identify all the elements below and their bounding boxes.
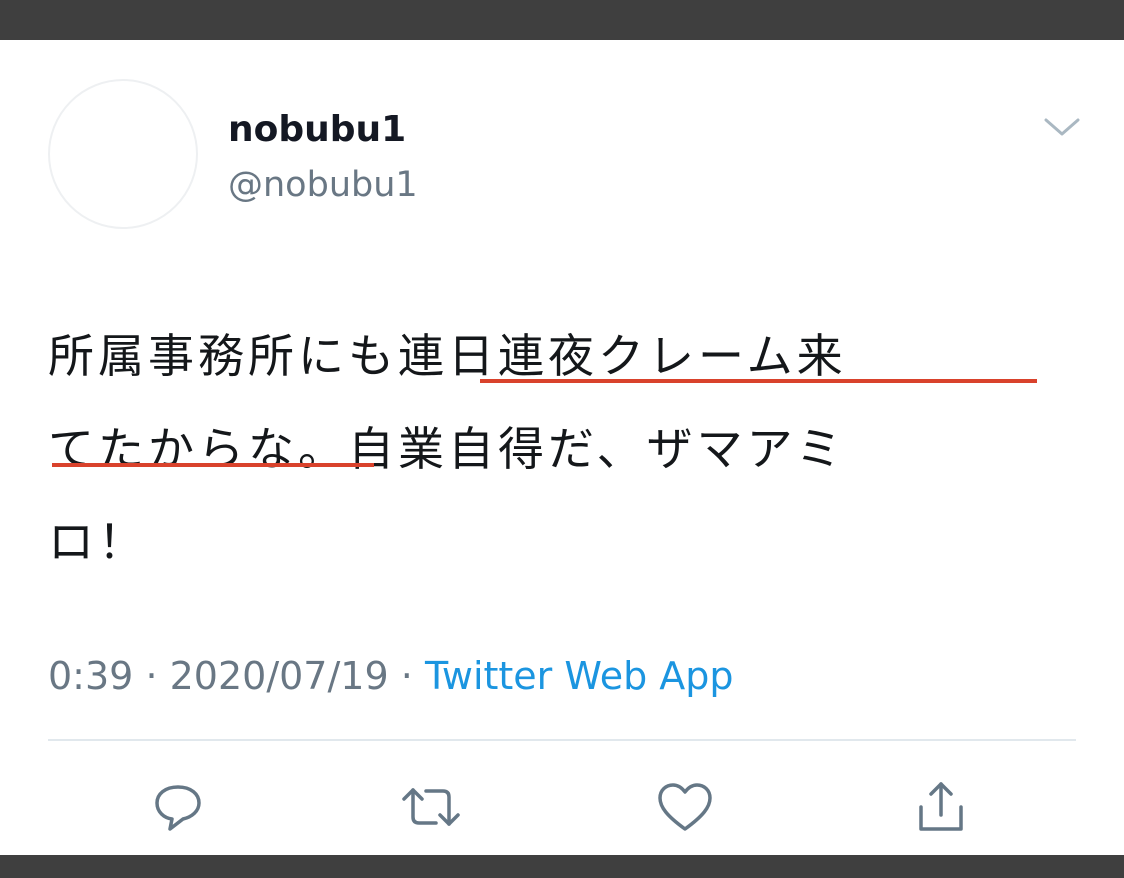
reply-button[interactable] [145, 774, 211, 840]
top-frame-bar [0, 0, 1124, 40]
tweet-text: 所属事務所にも連日連夜クレーム来 てたからな。自業自得だ、ザマアミ ロ！ [48, 310, 1058, 589]
share-button[interactable] [908, 774, 974, 840]
share-icon [919, 782, 963, 831]
tweet-source-link[interactable]: Twitter Web App [425, 654, 734, 698]
meta-separator: · [145, 654, 158, 698]
retweet-button[interactable] [398, 774, 464, 840]
meta-separator: · [400, 654, 413, 698]
highlight-underline [480, 379, 1037, 383]
bottom-frame-bar [0, 855, 1124, 878]
highlight-underline [52, 463, 374, 467]
user-handle[interactable]: @nobubu1 [228, 162, 418, 208]
tweet-text-line: てたからな。自業自得だ、ザマアミ [48, 422, 846, 476]
divider [48, 739, 1076, 741]
heart-icon [658, 783, 712, 831]
chevron-down-icon[interactable] [1040, 110, 1084, 142]
display-name[interactable]: nobubu1 [228, 106, 406, 154]
avatar[interactable] [48, 79, 198, 229]
tweet-text-line: ロ！ [48, 515, 148, 569]
retweet-icon [402, 788, 460, 826]
tweet-date[interactable]: 2020/07/19 [170, 654, 389, 698]
tweet-time: 0:39 [48, 654, 134, 698]
like-button[interactable] [652, 774, 718, 840]
tweet-text-line: 所属事務所にも連日連夜クレーム来 [48, 329, 847, 383]
reply-icon [155, 785, 201, 831]
tweet-metadata: 0:39 · 2020/07/19 · Twitter Web App [48, 652, 734, 700]
